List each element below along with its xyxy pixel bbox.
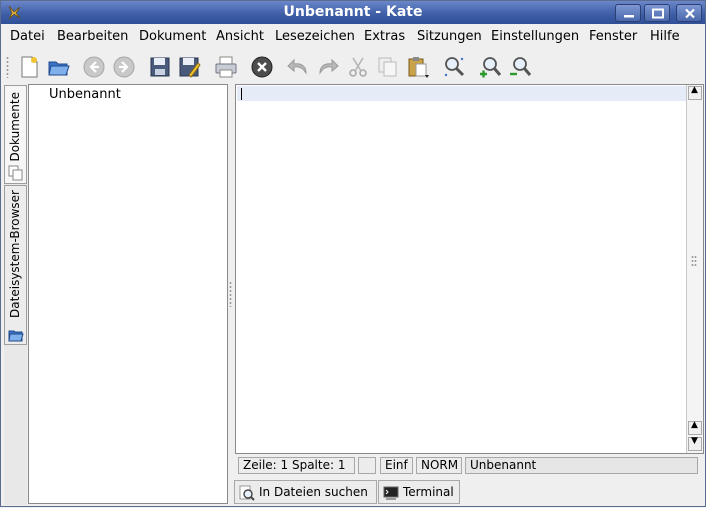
- close-button[interactable]: [676, 4, 702, 22]
- documents-icon: [8, 165, 24, 181]
- menu-fenster[interactable]: Fenster: [589, 29, 637, 44]
- scroll-down-button[interactable]: ▼: [688, 436, 702, 451]
- cursor-position: Zeile: 1 Spalte: 1: [238, 457, 355, 474]
- vertical-scrollbar[interactable]: ▲ ▲ ▼: [686, 85, 703, 453]
- menu-bearbeiten[interactable]: Bearbeiten: [57, 29, 128, 44]
- paste-icon[interactable]: [406, 55, 430, 79]
- tab-dokumente-label: Dokumente: [8, 92, 22, 162]
- side-tab-bar: Dokumente Dateisystem-Browser: [4, 85, 27, 505]
- tab-in-dateien-suchen[interactable]: In Dateien suchen: [234, 480, 377, 504]
- tab-dateisystem-label: Dateisystem-Browser: [8, 190, 22, 318]
- text-caret: [241, 88, 242, 100]
- zoom-in-icon[interactable]: [478, 55, 502, 79]
- document-list: Unbenannt: [28, 84, 228, 504]
- scroll-up-button-lower[interactable]: ▲: [688, 420, 702, 435]
- main-toolbar: [1, 50, 705, 84]
- maximize-button[interactable]: [644, 4, 670, 22]
- title-bar[interactable]: Unbenannt - Kate: [1, 1, 705, 24]
- forward-icon[interactable]: [112, 55, 136, 79]
- tab-dateisystem-browser[interactable]: Dateisystem-Browser: [4, 185, 27, 345]
- tool-view-tabs: In Dateien suchen Terminal: [233, 480, 706, 505]
- undo-icon[interactable]: [286, 55, 310, 79]
- back-icon[interactable]: [82, 55, 106, 79]
- window-title: Unbenannt - Kate: [283, 4, 423, 20]
- tab-dokumente[interactable]: Dokumente: [4, 85, 27, 184]
- filesystem-folder-icon: [8, 327, 24, 343]
- menu-sitzungen[interactable]: Sitzungen: [417, 29, 482, 44]
- zoom-out-icon[interactable]: [508, 55, 532, 79]
- save-icon[interactable]: [148, 55, 172, 79]
- find-icon[interactable]: [442, 55, 466, 79]
- tab-in-dateien-suchen-label: In Dateien suchen: [259, 485, 368, 499]
- menu-bar: Datei Bearbeiten Dokument Ansicht Leseze…: [1, 25, 705, 50]
- tab-terminal-label: Terminal: [403, 485, 454, 499]
- status-bar: Zeile: 1 Spalte: 1 Einf NORM Unbenannt: [235, 456, 704, 475]
- menu-ansicht[interactable]: Ansicht: [216, 29, 264, 44]
- menu-einstellungen[interactable]: Einstellungen: [491, 29, 579, 44]
- minimize-button[interactable]: [615, 4, 641, 22]
- redo-icon[interactable]: [316, 55, 340, 79]
- document-list-item[interactable]: Unbenannt: [49, 87, 121, 102]
- close-document-icon[interactable]: [250, 55, 274, 79]
- menu-datei[interactable]: Datei: [10, 29, 45, 44]
- current-line-highlight: [237, 86, 686, 101]
- terminal-icon: [383, 485, 399, 501]
- cut-icon[interactable]: [346, 55, 370, 79]
- scroll-up-button[interactable]: ▲: [688, 85, 702, 100]
- menu-dokument[interactable]: Dokument: [139, 29, 206, 44]
- panel-splitter[interactable]: [229, 281, 232, 307]
- text-editor[interactable]: ▲ ▲ ▼: [235, 84, 704, 454]
- new-document-icon[interactable]: [17, 55, 41, 79]
- kate-window: Unbenannt - Kate Datei Bearbeiten Dokume…: [0, 0, 706, 507]
- menu-hilfe[interactable]: Hilfe: [650, 29, 680, 44]
- open-folder-icon[interactable]: [47, 55, 71, 79]
- menu-extras[interactable]: Extras: [364, 29, 405, 44]
- scroll-grip[interactable]: [691, 255, 697, 267]
- insert-mode: Einf: [380, 457, 413, 474]
- find-in-files-icon: [239, 485, 255, 501]
- print-icon[interactable]: [214, 55, 238, 79]
- menu-lesezeichen[interactable]: Lesezeichen: [275, 29, 355, 44]
- copy-icon[interactable]: [376, 55, 400, 79]
- selection-mode: NORM: [416, 457, 462, 474]
- status-filename: Unbenannt: [465, 457, 698, 474]
- tab-terminal[interactable]: Terminal: [378, 480, 460, 504]
- modified-indicator: [358, 457, 376, 474]
- save-as-icon[interactable]: [177, 55, 201, 79]
- toolbar-grip[interactable]: [6, 56, 9, 78]
